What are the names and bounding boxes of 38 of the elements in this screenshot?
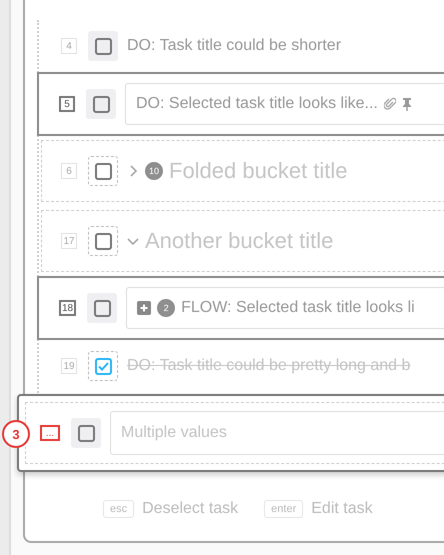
bucket-row[interactable]: 6 10 Folded bucket title [41, 140, 444, 202]
bucket-title: Another bucket title [145, 228, 334, 254]
checkbox[interactable] [94, 38, 112, 54]
task-title: DO: Selected task title looks like... [136, 95, 378, 113]
task-title: FLOW: Selected task title looks li [181, 299, 415, 317]
selected-task-row[interactable]: 18 2 FLOW: Selected task title looks li [37, 276, 444, 340]
task-count: 10 [145, 162, 163, 180]
row-number: 6 [61, 163, 77, 179]
task-row[interactable]: 4 DO: Task title could be shorter [39, 20, 444, 72]
task-row[interactable]: 19 DO: Task title could be pretty long and b [39, 340, 444, 392]
selection-count-badge: 3 [2, 420, 30, 448]
title-input[interactable]: Multiple values [110, 411, 444, 455]
shortcut-label: Deselect task [142, 500, 238, 518]
plus-icon[interactable] [137, 301, 152, 315]
selected-task-row[interactable]: 5 DO: Selected task title looks like... [37, 72, 444, 136]
checkbox[interactable] [94, 232, 112, 250]
task-title-field[interactable]: DO: Selected task title looks like... [125, 83, 444, 125]
checkbox[interactable] [94, 358, 112, 374]
row-number: ... [40, 425, 60, 441]
row-number: 19 [61, 358, 77, 374]
shortcut-label: Edit task [311, 500, 373, 518]
task-title-field[interactable]: 2 FLOW: Selected task title looks li [126, 287, 444, 329]
checkbox[interactable] [94, 300, 111, 316]
bucket-row[interactable]: 17 Another bucket title [41, 210, 444, 272]
check-icon [98, 362, 108, 370]
task-title: DO: Task title could be shorter [127, 37, 342, 55]
subtask-count: 2 [157, 299, 176, 317]
row-number: 4 [61, 38, 77, 54]
key-hint: esc [103, 500, 134, 518]
row-number: 5 [59, 96, 75, 112]
row-number: 18 [59, 300, 76, 316]
checkbox[interactable] [78, 424, 94, 442]
bucket-title: Folded bucket title [169, 158, 348, 184]
task-title: DO: Task title could be pretty long and b [127, 357, 410, 375]
checkbox[interactable] [94, 162, 112, 180]
key-hint: enter [264, 500, 304, 518]
row-number: 17 [61, 233, 77, 249]
checkbox[interactable] [92, 96, 110, 112]
